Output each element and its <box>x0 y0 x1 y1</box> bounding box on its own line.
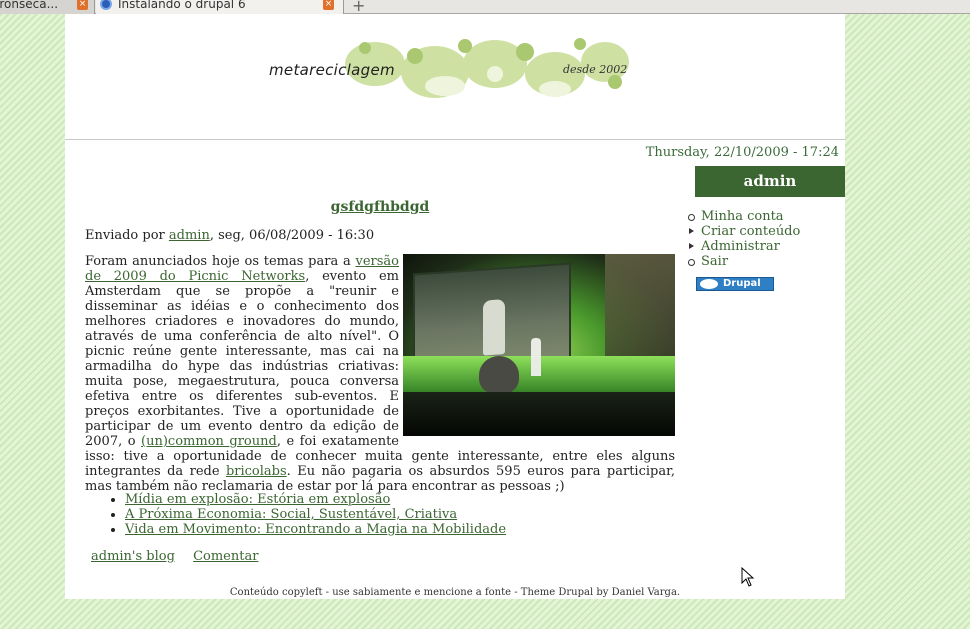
user-menu: Minha conta Criar conteúdo Administrar S… <box>687 209 801 269</box>
event-photo <box>403 254 675 436</box>
comment-link[interactable]: Comentar <box>193 549 258 564</box>
browser-tab-1[interactable]: eronseca... × <box>0 0 95 14</box>
menu-item-label: Administrar <box>701 239 780 254</box>
menu-item-administer[interactable]: Administrar <box>688 239 800 254</box>
menu-item-label: Sair <box>701 254 729 269</box>
sidebar: admin Minha conta Criar conteúdo Adminis… <box>687 166 845 291</box>
bricolabs-link[interactable]: bricolabs <box>226 464 287 479</box>
body-text-1: Foram anunciados hoje os temas para a <box>85 254 356 269</box>
menu-item-my-account[interactable]: Minha conta <box>687 209 800 224</box>
body-text-2: , evento em Amsterdam que se propõe a "r… <box>85 269 399 449</box>
related-link[interactable]: Mídia em explosão: Estória em explosão <box>125 492 390 507</box>
menu-item-label: Criar conteúdo <box>701 224 801 239</box>
submitted-date: , seg, 06/08/2009 - 16:30 <box>209 228 375 243</box>
site-name[interactable]: metareciclagem <box>269 61 395 79</box>
submitted-info: Enviado por admin, seg, 06/08/2009 - 16:… <box>85 228 374 243</box>
related-link[interactable]: Vida em Movimento: Encontrando a Magia n… <box>125 522 506 537</box>
favicon-icon <box>100 0 112 10</box>
drupal-drop-icon <box>700 279 718 289</box>
related-link[interactable]: A Próxima Economia: Social, Sustentável,… <box>125 507 457 522</box>
node-title[interactable]: gsfdgfhbdgd <box>85 199 675 215</box>
node-links: admin's blog Comentar <box>91 549 272 564</box>
close-tab-icon[interactable]: × <box>77 0 88 10</box>
related-links-list: Mídia em explosão: Estória em explosão A… <box>85 492 506 537</box>
current-date: Thursday, 22/10/2009 - 17:24 <box>645 145 839 160</box>
browser-tab-2[interactable]: Instalando o drupal 6 × <box>96 0 344 14</box>
browser-tab-bar: eronseca... × Instalando o drupal 6 × + <box>0 0 970 15</box>
list-item: Vida em Movimento: Encontrando a Magia n… <box>125 522 506 537</box>
list-item: A Próxima Economia: Social, Sustentável,… <box>125 507 506 522</box>
user-block-title: admin <box>695 166 845 197</box>
close-tab-icon[interactable]: × <box>323 0 334 10</box>
site-header: metareciclagem desde 2002 <box>65 14 845 140</box>
tab-label: Instalando o drupal 6 <box>118 0 246 11</box>
submitted-prefix: Enviado por <box>85 228 169 243</box>
tab-label: eronseca... <box>0 0 59 11</box>
drupal-badge-label: Drupal <box>723 278 761 289</box>
author-link[interactable]: admin <box>169 228 210 243</box>
menu-item-create-content[interactable]: Criar conteúdo <box>688 224 801 239</box>
mouse-pointer-icon <box>741 567 755 587</box>
site-since: desde 2002 <box>563 63 628 76</box>
new-tab-icon[interactable]: + <box>352 0 365 15</box>
list-item: Mídia em explosão: Estória em explosão <box>125 492 506 507</box>
uncommon-ground-link[interactable]: (un)common ground <box>141 434 277 449</box>
page: metareciclagem desde 2002 Thursday, 22/1… <box>65 14 845 599</box>
menu-item-logout[interactable]: Sair <box>687 254 800 269</box>
drupal-badge[interactable]: Drupal <box>696 277 774 291</box>
footer: Conteúdo copyleft - use sabiamente e men… <box>229 587 681 598</box>
blog-link[interactable]: admin's blog <box>91 549 175 564</box>
menu-item-label: Minha conta <box>701 209 784 224</box>
node-body: Foram anunciados hoje os temas para a ve… <box>85 254 675 494</box>
